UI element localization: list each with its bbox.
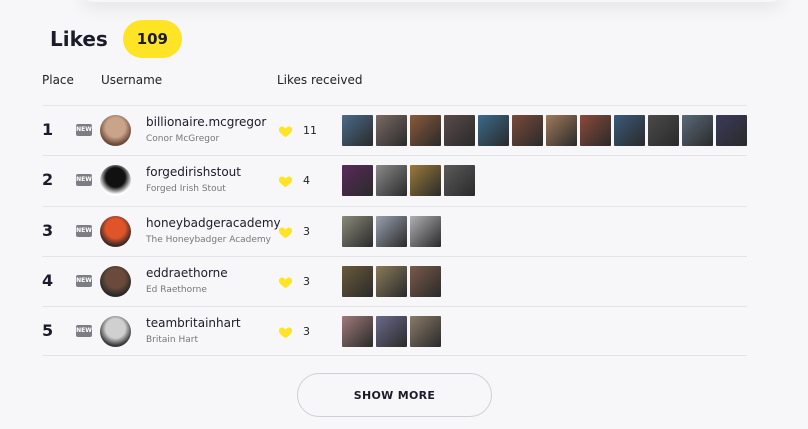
liked-posts-thumbnails [342, 266, 441, 297]
post-thumbnail[interactable] [342, 216, 373, 247]
likes-title: Likes [50, 27, 108, 51]
post-thumbnail[interactable] [410, 266, 441, 297]
post-thumbnail[interactable] [376, 115, 407, 146]
post-thumbnail[interactable] [648, 115, 679, 146]
avatar[interactable] [100, 266, 131, 297]
row-username[interactable]: billionaire.mcgregor [146, 115, 266, 129]
post-thumbnail[interactable] [376, 216, 407, 247]
post-thumbnail[interactable] [342, 316, 373, 347]
column-header-place: Place [42, 73, 74, 87]
new-badge-icon: NEW [76, 225, 92, 237]
avatar[interactable] [100, 216, 131, 247]
row-display-name: Ed Raethorne [146, 285, 207, 295]
card-top-shadow [82, 0, 782, 2]
row-likes-count: 11 [303, 124, 317, 137]
likes-count-badge: 109 [122, 20, 182, 58]
row-username[interactable]: eddraethorne [146, 266, 228, 280]
row-display-name: Britain Hart [146, 335, 198, 345]
new-badge-icon: NEW [76, 124, 92, 136]
row-username[interactable]: forgedirishstout [146, 165, 241, 179]
post-thumbnail[interactable] [342, 165, 373, 196]
liked-posts-thumbnails [342, 216, 441, 247]
row-place: 5 [42, 321, 54, 340]
row-place: 4 [42, 271, 54, 290]
likes-leaderboard-card: Likes 109 Place Username Likes received … [22, 0, 780, 429]
leaderboard-row[interactable]: 2 NEW forgedirishstout Forged Irish Stout 4 [42, 155, 747, 205]
heart-icon [278, 227, 293, 239]
show-more-button[interactable]: SHOW MORE [297, 373, 492, 417]
row-place: 1 [42, 120, 54, 139]
heart-icon [278, 327, 293, 339]
leaderboard-row[interactable]: 1 NEW billionaire.mcgregor Conor McGregor 11 [42, 105, 747, 155]
row-likes-count: 3 [303, 325, 310, 338]
post-thumbnail[interactable] [682, 115, 713, 146]
likes-header: Likes 109 [50, 20, 182, 58]
column-header-likes: Likes received [277, 73, 363, 87]
liked-posts-thumbnails [342, 115, 747, 146]
leaderboard-row[interactable]: 3 NEW honeybadgeracademy The Honeybadger Ac… [42, 206, 747, 256]
row-username[interactable]: teambritainhart [146, 316, 241, 330]
post-thumbnail[interactable] [478, 115, 509, 146]
post-thumbnail[interactable] [376, 165, 407, 196]
post-thumbnail[interactable] [444, 165, 475, 196]
row-place: 3 [42, 221, 54, 240]
leaderboard-row[interactable]: 5 NEW teambritainhart Britain Hart 3 [42, 306, 747, 356]
row-username[interactable]: honeybadgeracademy [146, 216, 281, 230]
post-thumbnail[interactable] [342, 266, 373, 297]
avatar[interactable] [100, 316, 131, 347]
row-display-name: The Honeybadger Academy [146, 235, 271, 245]
post-thumbnail[interactable] [512, 115, 543, 146]
row-likes-count: 3 [303, 275, 310, 288]
heart-icon [278, 277, 293, 289]
post-thumbnail[interactable] [410, 316, 441, 347]
liked-posts-thumbnails [342, 316, 441, 347]
row-display-name: Forged Irish Stout [146, 184, 226, 194]
new-badge-icon: NEW [76, 275, 92, 287]
row-place: 2 [42, 170, 54, 189]
post-thumbnail[interactable] [376, 266, 407, 297]
post-thumbnail[interactable] [410, 165, 441, 196]
column-header-username: Username [101, 73, 163, 87]
row-display-name: Conor McGregor [146, 134, 220, 144]
post-thumbnail[interactable] [376, 316, 407, 347]
post-thumbnail[interactable] [546, 115, 577, 146]
heart-icon [278, 126, 293, 138]
leaderboard-row[interactable]: 4 NEW eddraethorne Ed Raethorne 3 [42, 256, 747, 306]
avatar[interactable] [100, 115, 131, 146]
post-thumbnail[interactable] [580, 115, 611, 146]
new-badge-icon: NEW [76, 174, 92, 186]
heart-icon [278, 176, 293, 188]
post-thumbnail[interactable] [716, 115, 747, 146]
liked-posts-thumbnails [342, 165, 475, 196]
new-badge-icon: NEW [76, 325, 92, 337]
avatar[interactable] [100, 165, 131, 196]
row-likes-count: 4 [303, 174, 310, 187]
row-likes-count: 3 [303, 225, 310, 238]
post-thumbnail[interactable] [614, 115, 645, 146]
post-thumbnail[interactable] [342, 115, 373, 146]
post-thumbnail[interactable] [410, 115, 441, 146]
post-thumbnail[interactable] [410, 216, 441, 247]
post-thumbnail[interactable] [444, 115, 475, 146]
